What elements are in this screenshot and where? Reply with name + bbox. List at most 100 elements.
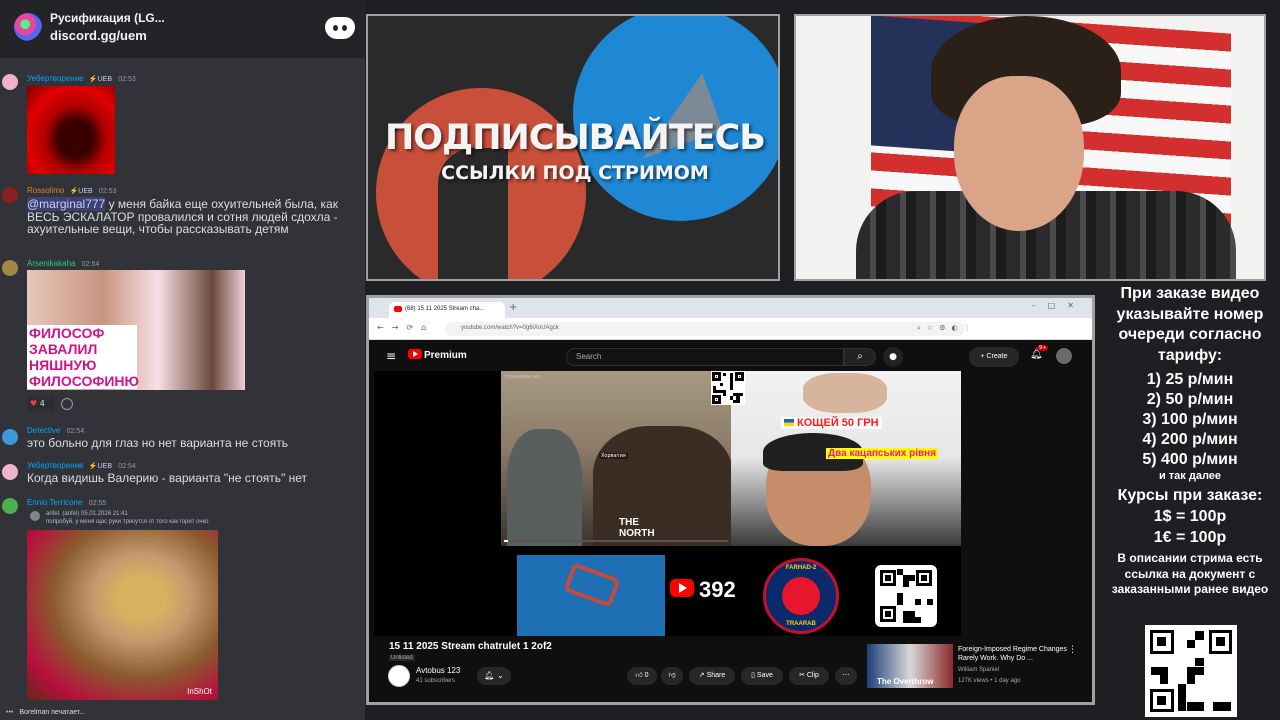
rate-usd: 1$ = 100р [1153,508,1227,525]
qr-module [1177,702,1187,712]
video-pane-tool [517,555,665,636]
video-pane-chat: Chatroulette.com THE NORTH Хорватия [501,371,733,546]
message-image-attachment[interactable] [27,86,115,174]
like-button[interactable]: 👍︎ 0 [627,667,657,685]
reaction-heart[interactable]: ♥ 4 [27,397,55,411]
extension-icons[interactable]: ⌕☆⚙◐⋮ [917,324,977,333]
channel-avatar[interactable] [388,665,410,687]
clip-label: Clip [806,672,819,679]
subscribed-bell-button[interactable]: 🔔︎ ⌄ [477,667,511,685]
create-button[interactable]: + Create [969,347,1019,367]
more-options-icon[interactable]: ⋮ [1068,645,1077,655]
qr-module [1195,702,1205,712]
browser-tab[interactable]: (68) 15 11 2025 Stream cha... [389,302,505,318]
watermark: Chatroulette.com [505,374,540,379]
qr-finder [1149,688,1174,713]
author-name[interactable]: Arsenikakaha [27,259,75,268]
qr-module [915,617,922,624]
avatar[interactable] [2,260,18,276]
search-input[interactable]: Search [566,348,844,366]
save-button[interactable]: ▯ Save [741,667,783,685]
qr-finder [712,394,722,404]
qr-module [739,392,743,397]
message-image-attachment[interactable]: InShOt [27,530,218,700]
recommended-video-title[interactable]: Foreign-Imposed Regime Changes Rarely Wo… [958,645,1070,663]
role-badge: ⚡UEB [88,76,112,83]
nav-buttons[interactable]: ←→⟳⌂ [377,323,434,332]
logo-text: Premium [424,350,467,361]
qr-module [927,599,934,606]
menu-icon[interactable]: ≡ [386,349,396,363]
avatar[interactable] [2,74,18,90]
message-author: Arsenikakaha 02:54 [27,259,99,268]
qr-module [1177,684,1187,694]
order-note: При заказе видео указывайте номер очеред… [1116,285,1264,364]
microphone-icon[interactable]: ● [883,347,903,367]
server-icon[interactable] [14,13,42,41]
person-left [507,429,582,546]
overlay-tag: Два кацапських рiвня [826,448,939,459]
author-name[interactable]: Ennio Terricone [27,498,82,507]
avatar[interactable] [2,464,18,480]
search-icon[interactable]: ⌕ [844,348,876,366]
streamer-webcam [794,14,1266,281]
qr-module [1186,639,1196,649]
reply-preview[interactable]: попробуй, у меня щас руки трясутся от то… [46,519,209,525]
badge-bottom-text: TRAARAB [786,621,816,627]
tariff-item: 1) 25 р/мин [1146,371,1234,388]
invite-link[interactable]: discord.gg/uem [50,28,147,43]
avatar[interactable] [2,498,18,514]
author-name[interactable]: Уебертворение [27,461,84,470]
channel-badge-logo: FARHAD-2 TRAARAB [763,558,839,634]
recommended-video-thumbnail[interactable]: The Overthrow [867,644,953,688]
youtube-logo[interactable]: Premium [408,349,467,361]
new-tab-icon[interactable]: + [509,302,517,313]
share-button[interactable]: ↗ Share [689,667,735,685]
chat-message: Ennio Terricone 02:55 [0,494,365,514]
video-pane-stats: 392 FARHAD-2 TRAARAB [665,555,961,636]
qr-module [1222,702,1232,712]
description-note: В описании стрима есть ссылка на докумен… [1111,551,1269,596]
video-progress-bar[interactable] [504,540,728,542]
qr-module [723,373,727,377]
video-player[interactable]: Chatroulette.com THE NORTH Хорватия КОЩЕ… [374,371,961,636]
discord-logo-icon [325,17,355,39]
role-badge: ⚡UEB [88,463,112,470]
qr-module [1177,693,1187,703]
qr-code-icon [1145,625,1237,717]
qr-finder [1208,629,1233,654]
badge-top-text: FARHAD-2 [785,565,817,571]
account-avatar[interactable] [1056,348,1072,364]
add-reaction-icon[interactable] [61,398,73,410]
dislike-button[interactable]: 👎︎ [661,667,683,685]
author-name[interactable]: Уебертворение [27,74,84,83]
qr-module [1213,702,1223,712]
save-label: Save [756,672,773,679]
avatar[interactable] [2,429,18,445]
typing-text: Borelman печатает... [19,709,86,716]
youtube-favicon-icon [394,306,402,312]
message-text: Когда видишь Валерию - варианта "не стоя… [27,471,308,485]
qr-finder [1149,629,1174,654]
image-watermark: InShOt [187,687,212,696]
more-actions-button[interactable]: ⋯ [835,667,857,685]
banner-subtitle: ССЫЛКИ ПОД СТРИМОМ [441,162,709,184]
reply-author[interactable]: anfel. (anfel) 05.01.2026 21:41 [46,511,128,517]
clip-button[interactable]: ✂ Clip [789,667,829,685]
channel-name[interactable]: Avtobus 123 [416,666,460,675]
share-label: Share [706,672,726,679]
window-controls[interactable]: –□✕ [1032,301,1086,310]
recommended-channel[interactable]: William Spaniel [958,667,999,673]
url-field[interactable]: youtube.com/watch?v=0g6iXoUAgck [445,322,965,336]
message-image-attachment[interactable]: ФИЛОСОФ ЗАВАЛИЛ НЯШНУЮ ФИЛОСОФИНЮ [27,270,245,390]
discord-chat-panel: Русификация (LG... discord.gg/uem Уеберт… [0,0,365,720]
qr-finder [879,605,897,623]
avatar[interactable] [2,187,18,203]
chat-message: Уебертворение ⚡UEB 02:54 Когда видишь Ва… [0,460,365,490]
qr-module [896,599,903,606]
timestamp: 02:54 [66,428,85,435]
viewer-count: 392 [670,577,736,603]
author-name[interactable]: Rossolimo [27,186,64,195]
pliers-image [563,562,621,608]
author-name[interactable]: Detective [27,426,60,435]
